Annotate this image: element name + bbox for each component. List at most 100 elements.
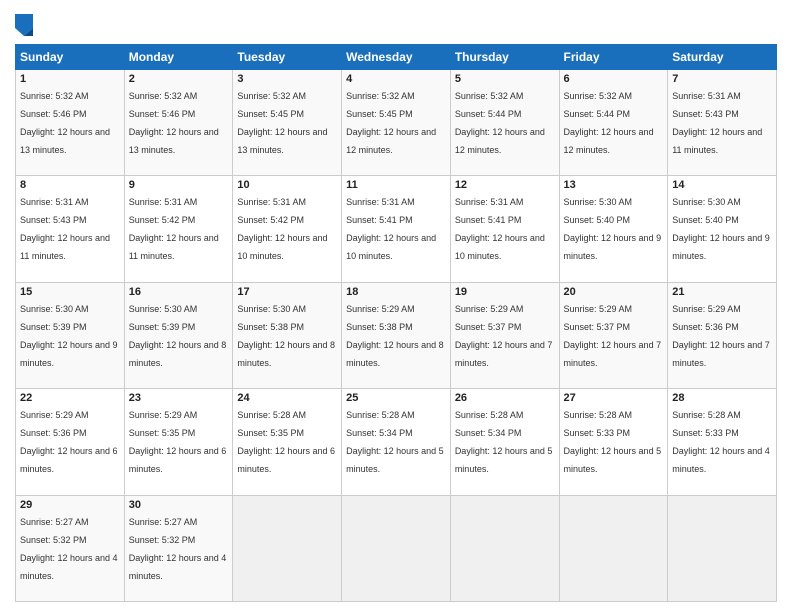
week-row-3: 15 Sunrise: 5:30 AMSunset: 5:39 PMDaylig… (16, 282, 777, 388)
week-row-1: 1 Sunrise: 5:32 AMSunset: 5:46 PMDayligh… (16, 70, 777, 176)
day-cell: 23 Sunrise: 5:29 AMSunset: 5:35 PMDaylig… (124, 389, 233, 495)
day-number: 23 (129, 392, 229, 404)
day-cell: 8 Sunrise: 5:31 AMSunset: 5:43 PMDayligh… (16, 176, 125, 282)
day-cell: 21 Sunrise: 5:29 AMSunset: 5:36 PMDaylig… (668, 282, 777, 388)
day-cell: 22 Sunrise: 5:29 AMSunset: 5:36 PMDaylig… (16, 389, 125, 495)
day-cell: 30 Sunrise: 5:27 AMSunset: 5:32 PMDaylig… (124, 495, 233, 601)
day-number: 2 (129, 73, 229, 85)
day-number: 17 (237, 286, 337, 298)
day-info: Sunrise: 5:29 AMSunset: 5:37 PMDaylight:… (564, 304, 662, 368)
day-cell: 24 Sunrise: 5:28 AMSunset: 5:35 PMDaylig… (233, 389, 342, 495)
day-info: Sunrise: 5:31 AMSunset: 5:43 PMDaylight:… (20, 197, 110, 261)
day-info: Sunrise: 5:32 AMSunset: 5:45 PMDaylight:… (346, 91, 436, 155)
calendar-table: SundayMondayTuesdayWednesdayThursdayFrid… (15, 44, 777, 602)
day-number: 10 (237, 179, 337, 191)
day-number: 15 (20, 286, 120, 298)
day-number: 4 (346, 73, 446, 85)
col-header-tuesday: Tuesday (233, 45, 342, 70)
col-header-monday: Monday (124, 45, 233, 70)
day-number: 16 (129, 286, 229, 298)
day-info: Sunrise: 5:28 AMSunset: 5:35 PMDaylight:… (237, 410, 335, 474)
col-header-friday: Friday (559, 45, 668, 70)
day-number: 5 (455, 73, 555, 85)
week-row-4: 22 Sunrise: 5:29 AMSunset: 5:36 PMDaylig… (16, 389, 777, 495)
day-cell: 4 Sunrise: 5:32 AMSunset: 5:45 PMDayligh… (342, 70, 451, 176)
day-cell: 14 Sunrise: 5:30 AMSunset: 5:40 PMDaylig… (668, 176, 777, 282)
day-cell (342, 495, 451, 601)
day-info: Sunrise: 5:32 AMSunset: 5:44 PMDaylight:… (455, 91, 545, 155)
day-info: Sunrise: 5:32 AMSunset: 5:46 PMDaylight:… (20, 91, 110, 155)
day-number: 9 (129, 179, 229, 191)
logo (15, 14, 35, 36)
day-info: Sunrise: 5:28 AMSunset: 5:33 PMDaylight:… (672, 410, 770, 474)
day-info: Sunrise: 5:29 AMSunset: 5:37 PMDaylight:… (455, 304, 553, 368)
day-cell: 16 Sunrise: 5:30 AMSunset: 5:39 PMDaylig… (124, 282, 233, 388)
day-info: Sunrise: 5:32 AMSunset: 5:46 PMDaylight:… (129, 91, 219, 155)
day-number: 3 (237, 73, 337, 85)
day-cell: 26 Sunrise: 5:28 AMSunset: 5:34 PMDaylig… (450, 389, 559, 495)
day-info: Sunrise: 5:31 AMSunset: 5:42 PMDaylight:… (237, 197, 327, 261)
day-number: 30 (129, 499, 229, 511)
day-cell: 1 Sunrise: 5:32 AMSunset: 5:46 PMDayligh… (16, 70, 125, 176)
day-cell: 5 Sunrise: 5:32 AMSunset: 5:44 PMDayligh… (450, 70, 559, 176)
day-number: 27 (564, 392, 664, 404)
day-cell: 25 Sunrise: 5:28 AMSunset: 5:34 PMDaylig… (342, 389, 451, 495)
day-cell: 10 Sunrise: 5:31 AMSunset: 5:42 PMDaylig… (233, 176, 342, 282)
col-header-thursday: Thursday (450, 45, 559, 70)
day-number: 13 (564, 179, 664, 191)
day-cell: 2 Sunrise: 5:32 AMSunset: 5:46 PMDayligh… (124, 70, 233, 176)
day-cell: 29 Sunrise: 5:27 AMSunset: 5:32 PMDaylig… (16, 495, 125, 601)
logo-icon (15, 14, 33, 36)
day-number: 28 (672, 392, 772, 404)
day-info: Sunrise: 5:31 AMSunset: 5:41 PMDaylight:… (455, 197, 545, 261)
day-number: 19 (455, 286, 555, 298)
day-info: Sunrise: 5:28 AMSunset: 5:34 PMDaylight:… (346, 410, 444, 474)
day-number: 21 (672, 286, 772, 298)
week-row-2: 8 Sunrise: 5:31 AMSunset: 5:43 PMDayligh… (16, 176, 777, 282)
day-info: Sunrise: 5:32 AMSunset: 5:44 PMDaylight:… (564, 91, 654, 155)
day-info: Sunrise: 5:30 AMSunset: 5:40 PMDaylight:… (672, 197, 770, 261)
day-number: 12 (455, 179, 555, 191)
column-headers-row: SundayMondayTuesdayWednesdayThursdayFrid… (16, 45, 777, 70)
day-info: Sunrise: 5:28 AMSunset: 5:33 PMDaylight:… (564, 410, 662, 474)
day-cell: 18 Sunrise: 5:29 AMSunset: 5:38 PMDaylig… (342, 282, 451, 388)
day-info: Sunrise: 5:30 AMSunset: 5:39 PMDaylight:… (129, 304, 227, 368)
day-cell (450, 495, 559, 601)
day-number: 1 (20, 73, 120, 85)
day-cell: 11 Sunrise: 5:31 AMSunset: 5:41 PMDaylig… (342, 176, 451, 282)
day-cell: 17 Sunrise: 5:30 AMSunset: 5:38 PMDaylig… (233, 282, 342, 388)
day-info: Sunrise: 5:29 AMSunset: 5:38 PMDaylight:… (346, 304, 444, 368)
day-cell: 9 Sunrise: 5:31 AMSunset: 5:42 PMDayligh… (124, 176, 233, 282)
day-cell (559, 495, 668, 601)
day-info: Sunrise: 5:32 AMSunset: 5:45 PMDaylight:… (237, 91, 327, 155)
day-cell: 12 Sunrise: 5:31 AMSunset: 5:41 PMDaylig… (450, 176, 559, 282)
day-number: 26 (455, 392, 555, 404)
day-cell: 19 Sunrise: 5:29 AMSunset: 5:37 PMDaylig… (450, 282, 559, 388)
day-info: Sunrise: 5:30 AMSunset: 5:38 PMDaylight:… (237, 304, 335, 368)
day-info: Sunrise: 5:29 AMSunset: 5:35 PMDaylight:… (129, 410, 227, 474)
day-info: Sunrise: 5:30 AMSunset: 5:39 PMDaylight:… (20, 304, 118, 368)
page: SundayMondayTuesdayWednesdayThursdayFrid… (0, 0, 792, 612)
day-cell: 13 Sunrise: 5:30 AMSunset: 5:40 PMDaylig… (559, 176, 668, 282)
day-cell (668, 495, 777, 601)
day-cell: 7 Sunrise: 5:31 AMSunset: 5:43 PMDayligh… (668, 70, 777, 176)
day-number: 24 (237, 392, 337, 404)
week-row-5: 29 Sunrise: 5:27 AMSunset: 5:32 PMDaylig… (16, 495, 777, 601)
day-cell: 28 Sunrise: 5:28 AMSunset: 5:33 PMDaylig… (668, 389, 777, 495)
col-header-saturday: Saturday (668, 45, 777, 70)
day-number: 29 (20, 499, 120, 511)
day-info: Sunrise: 5:28 AMSunset: 5:34 PMDaylight:… (455, 410, 553, 474)
day-info: Sunrise: 5:31 AMSunset: 5:43 PMDaylight:… (672, 91, 762, 155)
header (15, 10, 777, 36)
day-cell: 6 Sunrise: 5:32 AMSunset: 5:44 PMDayligh… (559, 70, 668, 176)
day-cell (233, 495, 342, 601)
day-info: Sunrise: 5:27 AMSunset: 5:32 PMDaylight:… (20, 517, 118, 581)
day-cell: 3 Sunrise: 5:32 AMSunset: 5:45 PMDayligh… (233, 70, 342, 176)
col-header-sunday: Sunday (16, 45, 125, 70)
day-cell: 27 Sunrise: 5:28 AMSunset: 5:33 PMDaylig… (559, 389, 668, 495)
day-info: Sunrise: 5:29 AMSunset: 5:36 PMDaylight:… (20, 410, 118, 474)
day-number: 8 (20, 179, 120, 191)
day-info: Sunrise: 5:29 AMSunset: 5:36 PMDaylight:… (672, 304, 770, 368)
day-number: 6 (564, 73, 664, 85)
day-number: 18 (346, 286, 446, 298)
